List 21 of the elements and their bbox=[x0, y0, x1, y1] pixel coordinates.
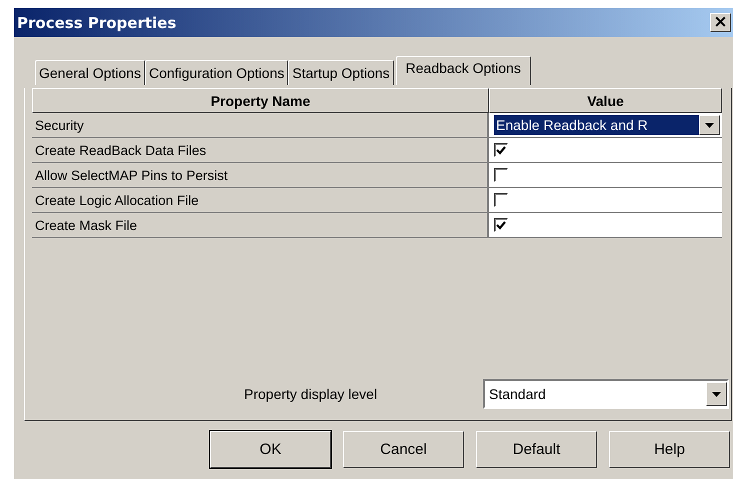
property-name: Create ReadBack Data Files bbox=[32, 138, 489, 163]
property-name: Allow SelectMAP Pins to Persist bbox=[32, 163, 489, 188]
column-header[interactable]: Value bbox=[489, 88, 722, 113]
property-name: Create Logic Allocation File bbox=[32, 188, 489, 213]
display-level-dropdown[interactable]: Standard bbox=[483, 379, 729, 409]
caret-icon bbox=[705, 122, 714, 128]
property-name: Security bbox=[32, 113, 489, 138]
dialog-button[interactable]: Cancel bbox=[343, 431, 464, 468]
dialog-button[interactable]: OK bbox=[210, 431, 331, 468]
tab[interactable]: Readback Options bbox=[396, 56, 531, 85]
tab[interactable]: Startup Options bbox=[288, 60, 394, 85]
dialog-button[interactable]: Help bbox=[609, 431, 730, 468]
display-level-label: Property display level bbox=[244, 386, 378, 402]
tab[interactable]: Configuration Options bbox=[144, 60, 288, 85]
column-header[interactable]: Property Name bbox=[32, 88, 489, 113]
property-name: Create Mask File bbox=[32, 213, 489, 238]
close-button[interactable]: × bbox=[710, 13, 731, 32]
dialog-button[interactable]: Default bbox=[476, 431, 597, 468]
tab[interactable]: General Options bbox=[35, 60, 145, 85]
caret-icon bbox=[712, 392, 721, 396]
window-title: Process Properties bbox=[17, 14, 176, 32]
